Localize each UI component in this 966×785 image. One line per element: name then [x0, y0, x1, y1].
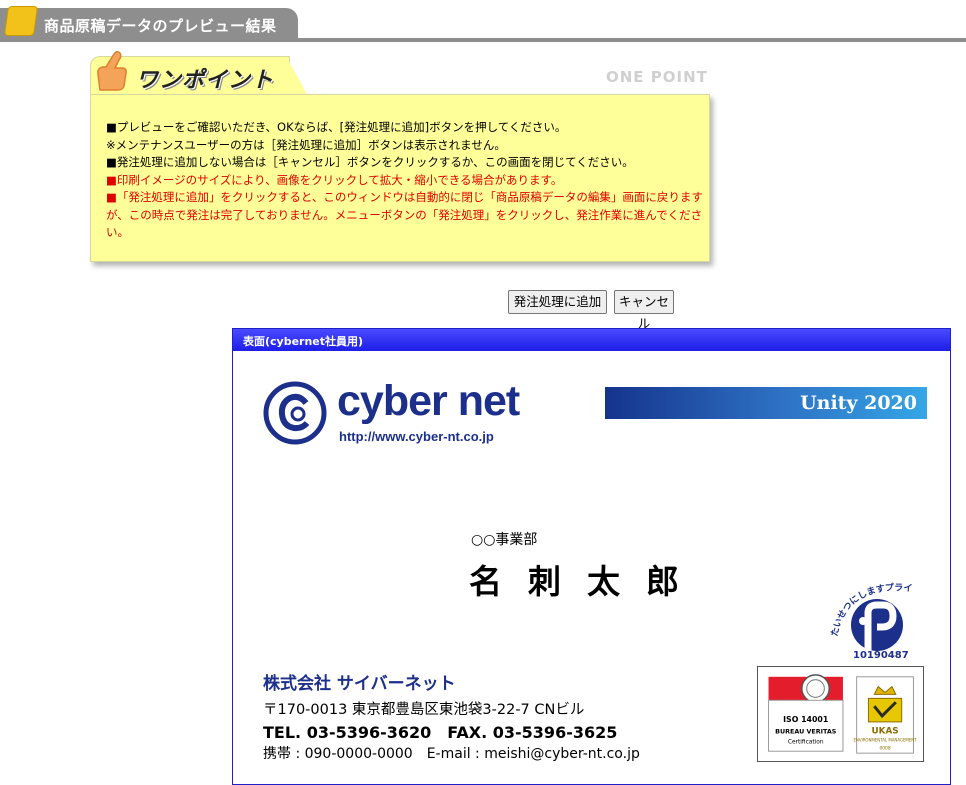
- one-point-title: ワンポイント: [136, 68, 275, 93]
- one-point-body: ■プレビューをご確認いただき、OKならば、[発注処理に追加]ボタンを押してくださ…: [90, 94, 710, 262]
- unity-banner: Unity 2020: [605, 387, 927, 419]
- iso-left-sub1: BUREAU VERITAS: [775, 729, 837, 736]
- phone-fax: TEL. 03-5396-3620 FAX. 03-5396-3625: [263, 723, 618, 742]
- one-point-panel: ワンポイント ONE POINT ■プレビューをご確認いただき、OKならば、[発…: [88, 50, 718, 268]
- iso-certification-badge-icon: ISO 14001 BUREAU VERITAS Certification U…: [757, 666, 924, 762]
- add-to-order-button[interactable]: 発注処理に追加: [508, 290, 607, 314]
- instruction-line: ■発注処理に追加しない場合は［キャンセル］ボタンをクリックするか、この画面を閉じ…: [106, 155, 634, 169]
- iso-right-sub: ENVIRONMENTAL MANAGEMENT: [854, 737, 918, 742]
- header-divider: [0, 38, 966, 42]
- one-point-tab-slope: [286, 56, 308, 96]
- iso-right-label: UKAS: [871, 727, 898, 737]
- card-preview-header: 表面(cybernet社員用): [233, 329, 950, 351]
- header-bookmark-icon: [3, 6, 39, 36]
- cybernet-url: http://www.cyber-nt.co.jp: [339, 429, 494, 444]
- cybernet-wordmark: cyber net: [337, 377, 520, 425]
- iso-left-sub2: Certification: [788, 739, 824, 745]
- iso-left-label: ISO 14001: [783, 715, 828, 724]
- instruction-line: ■プレビューをご確認いただき、OKならば、[発注処理に追加]ボタンを押してくださ…: [106, 120, 567, 134]
- person-name: 名刺太郎: [469, 562, 705, 601]
- company-name: 株式会社 サイバーネット: [263, 674, 456, 694]
- warning-line: ■「発注処理に追加」をクリックすると、このウィンドウは自動的に閉じ「商品原稿デー…: [106, 190, 703, 239]
- card-preview-title: 表面(cybernet社員用): [243, 335, 364, 348]
- pointing-hand-icon: [97, 50, 127, 91]
- warning-line: ■印刷イメージのサイズにより、画像をクリックして拡大・縮小できる場合があります。: [106, 172, 563, 187]
- mobile-email: 携帯 : 090-0000-0000 E-mail : meishi@cyber…: [263, 746, 640, 762]
- department: ○○事業部: [471, 532, 538, 548]
- unity-text: Unity 2020: [800, 392, 917, 414]
- instruction-line: ※メンテナンスユーザーの方は［発注処理に追加］ボタンは表示されません。: [106, 137, 506, 152]
- cancel-button[interactable]: キャンセル: [614, 290, 674, 331]
- one-point-title-en: ONE POINT: [606, 68, 708, 86]
- company-address: 〒170-0013 東京都豊島区東池袋3-22-7 CNビル: [263, 702, 585, 718]
- instruction-list: ■プレビューをご確認いただき、OKならば、[発注処理に追加]ボタンを押してくださ…: [106, 119, 706, 242]
- card-preview[interactable]: 表面(cybernet社員用) cyber net http://www.cyb…: [232, 328, 951, 785]
- page-header: 商品原稿データのプレビュー結果: [0, 0, 966, 44]
- page-title: 商品原稿データのプレビュー結果: [44, 17, 277, 35]
- cybernet-logo-icon: [263, 381, 327, 445]
- privacy-mark-number: 10190487: [853, 650, 909, 661]
- iso-right-num: 0008: [879, 745, 890, 751]
